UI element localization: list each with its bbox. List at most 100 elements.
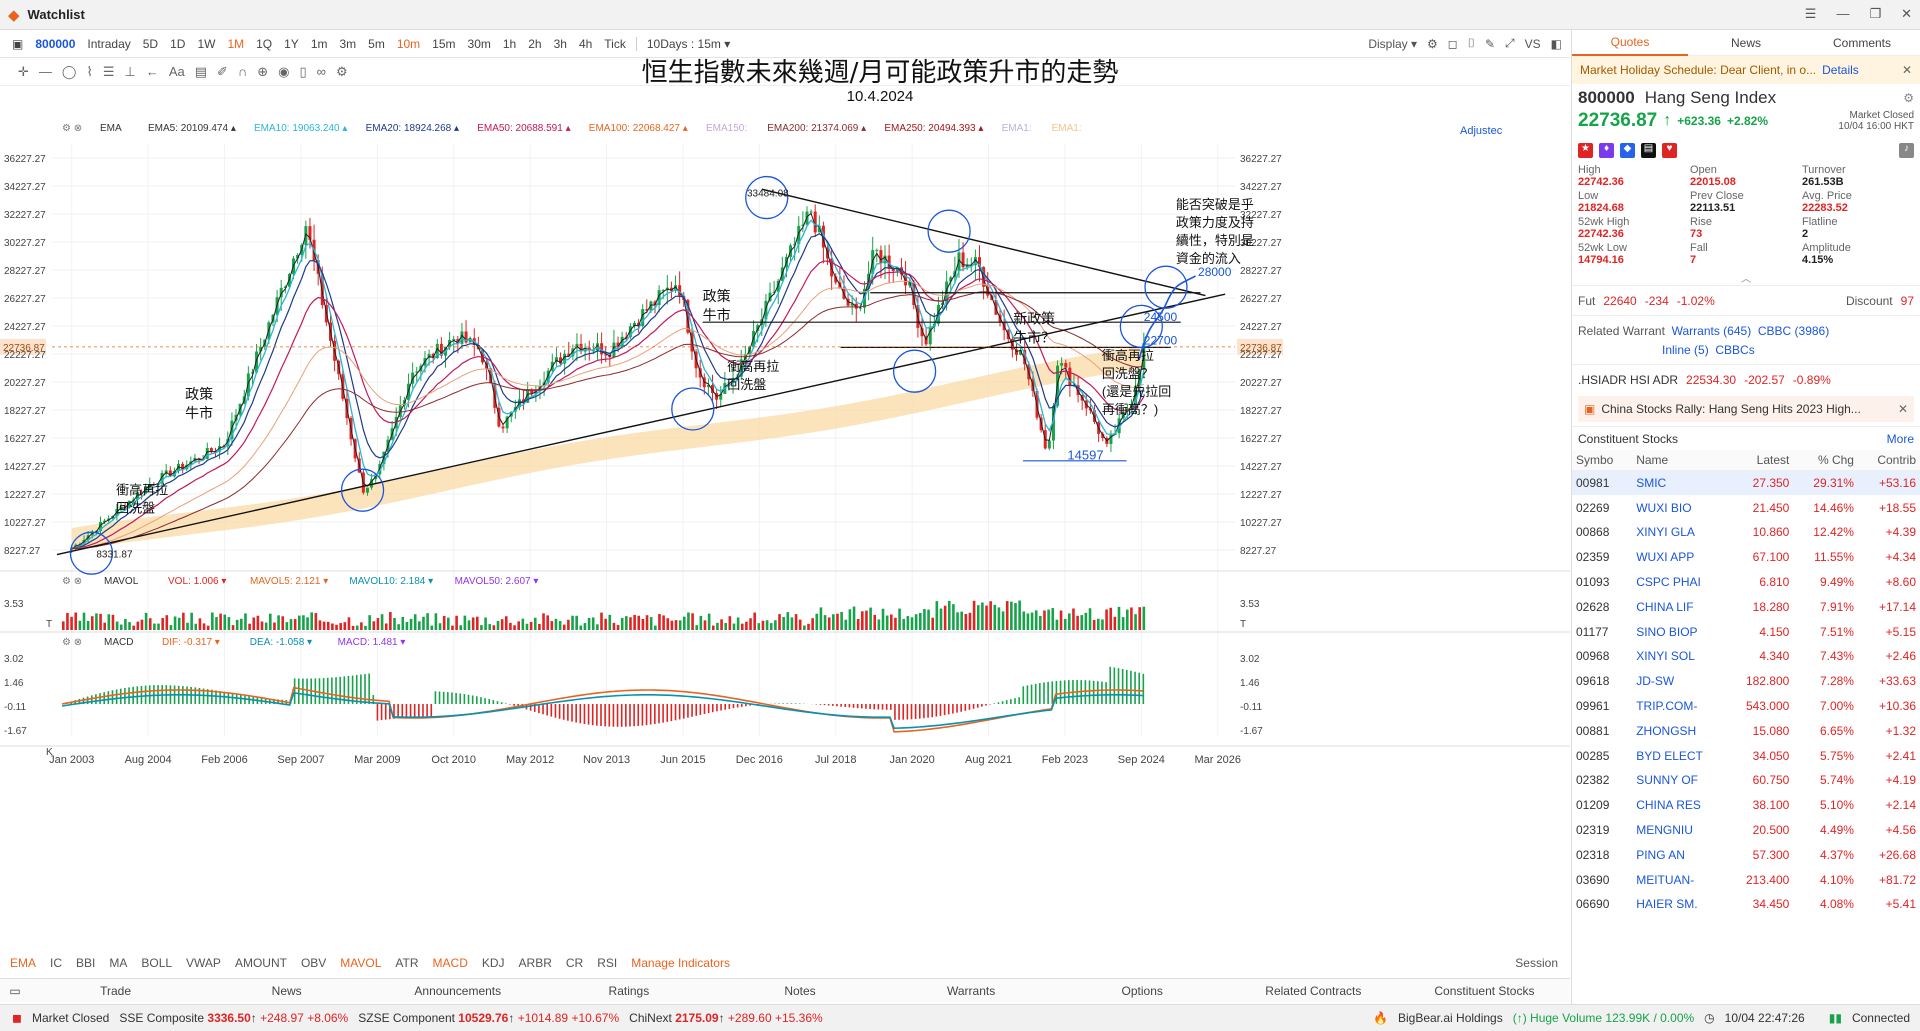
column-header[interactable]: Name: [1632, 450, 1726, 471]
restore-button[interactable]: ❐: [1869, 6, 1881, 22]
table-row[interactable]: 01209 CHINA RES 38.100 5.10% +2.14: [1572, 793, 1920, 818]
indicator-atr[interactable]: ATR: [395, 956, 418, 970]
indicator-arbr[interactable]: ARBR: [519, 956, 552, 970]
tab-ratings[interactable]: Ratings: [543, 984, 714, 998]
period-tick[interactable]: Tick: [598, 37, 632, 51]
tab-trade[interactable]: Trade: [30, 984, 201, 998]
close-button[interactable]: ✕: [1901, 6, 1912, 22]
period-5m[interactable]: 5m: [362, 37, 391, 51]
collapse-icon[interactable]: ︿: [1572, 270, 1920, 285]
measure-tool-icon[interactable]: ⊥: [124, 64, 135, 80]
table-row[interactable]: 00285 BYD ELECT 34.050 5.75% +2.41: [1572, 743, 1920, 768]
symbol-input[interactable]: 800000: [29, 37, 81, 51]
column-header[interactable]: Latest: [1725, 450, 1794, 471]
doc-icon[interactable]: ▤: [1641, 142, 1656, 158]
column-header[interactable]: % Chg: [1793, 450, 1858, 471]
tab-notes[interactable]: Notes: [714, 984, 885, 998]
eye-icon[interactable]: ◉: [278, 64, 289, 80]
link-icon[interactable]: ∞: [317, 64, 326, 79]
tag-icon[interactable]: ♦: [1599, 142, 1614, 158]
period-1m[interactable]: 1m: [305, 37, 334, 51]
indicator-cr[interactable]: CR: [566, 956, 583, 970]
table-row[interactable]: 00881 ZHONGSH 15.080 6.65% +1.32: [1572, 718, 1920, 743]
table-row[interactable]: 01093 CSPC PHAI 6.810 9.49% +8.60: [1572, 570, 1920, 595]
share-icon[interactable]: ◆: [1620, 142, 1635, 158]
tab-constituent-stocks[interactable]: Constituent Stocks: [1399, 984, 1570, 998]
tab-comments[interactable]: Comments: [1804, 36, 1920, 50]
table-row[interactable]: 02382 SUNNY OF 60.750 5.74% +4.19: [1572, 768, 1920, 793]
circle-tool-icon[interactable]: ◯: [62, 64, 77, 80]
tab-related-contracts[interactable]: Related Contracts: [1228, 984, 1399, 998]
ticker-name[interactable]: BigBear.ai Holdings: [1398, 1011, 1503, 1025]
manage-indicators-link[interactable]: Manage Indicators: [631, 956, 730, 970]
compare-button[interactable]: VS: [1525, 37, 1541, 51]
layout-icon[interactable]: ▣: [6, 37, 29, 51]
menu-icon[interactable]: ☰: [1805, 6, 1817, 22]
table-row[interactable]: 02319 MENGNIU 20.500 4.49% +4.56: [1572, 818, 1920, 843]
futures-row[interactable]: Fut 22640 -234 -1.02% Discount 97: [1572, 285, 1920, 315]
cbbcs-link[interactable]: CBBCs: [1715, 343, 1754, 357]
magnet-icon[interactable]: ∩: [238, 64, 247, 79]
bell-icon[interactable]: ♪: [1899, 142, 1914, 158]
panel-icon[interactable]: ▭: [0, 984, 30, 998]
table-row[interactable]: 09618 JD-SW 182.800 7.28% +33.63: [1572, 669, 1920, 694]
gear-icon[interactable]: ⚙: [336, 64, 348, 80]
period-5d[interactable]: 5D: [137, 37, 164, 51]
arrow-tool-icon[interactable]: ←: [146, 64, 159, 79]
tab-news[interactable]: News: [1688, 36, 1804, 50]
lock-icon[interactable]: ⊕: [257, 64, 268, 80]
table-row[interactable]: 03690 MEITUAN- 213.400 4.10% +81.72: [1572, 867, 1920, 892]
tab-warrants[interactable]: Warrants: [886, 984, 1057, 998]
brush-tool-icon[interactable]: ✐: [217, 64, 228, 80]
sidebar-toggle-icon[interactable]: ◧: [1551, 37, 1562, 51]
indicator-ma[interactable]: MA: [109, 956, 127, 970]
crosshair-icon[interactable]: ✛: [18, 64, 29, 80]
table-row[interactable]: 02318 PING AN 57.300 4.37% +26.68: [1572, 842, 1920, 867]
trash-icon[interactable]: ▯: [300, 64, 307, 80]
period-30m[interactable]: 30m: [462, 37, 497, 51]
text-tool-icon[interactable]: Aa: [169, 64, 185, 79]
alert-icon-badge[interactable]: ★: [1578, 142, 1593, 158]
indicator-obv[interactable]: OBV: [301, 956, 326, 970]
news-banner[interactable]: ▣ China Stocks Rally: Hang Seng Hits 202…: [1578, 396, 1914, 422]
table-row[interactable]: 06690 HAIER SM. 34.450 4.08% +5.41: [1572, 892, 1920, 917]
adr-row[interactable]: .HSIADR HSI ADR 22534.30 -202.57 -0.89%: [1572, 364, 1920, 394]
period-intraday[interactable]: Intraday: [81, 37, 136, 51]
tab-quotes[interactable]: Quotes: [1572, 30, 1688, 56]
close-news-icon[interactable]: ✕: [1898, 402, 1908, 416]
fib-tool-icon[interactable]: ☰: [103, 64, 115, 80]
indicator-ic[interactable]: IC: [50, 956, 62, 970]
period-2h[interactable]: 2h: [522, 37, 547, 51]
minimize-button[interactable]: —: [1836, 6, 1849, 22]
settings-icon[interactable]: ⚙: [1427, 37, 1438, 51]
period-15m[interactable]: 15m: [426, 37, 461, 51]
column-header[interactable]: Contrib: [1857, 450, 1920, 471]
tab-options[interactable]: Options: [1057, 984, 1228, 998]
inline-link[interactable]: Inline (5): [1662, 343, 1709, 357]
camera-icon[interactable]: ⌷: [1468, 36, 1475, 51]
line-tool-icon[interactable]: —: [39, 64, 52, 79]
indicator-mavol[interactable]: MAVOL: [340, 956, 381, 970]
period-1w[interactable]: 1W: [191, 37, 221, 51]
close-banner-icon[interactable]: ✕: [1902, 63, 1912, 77]
table-row[interactable]: 02359 WUXI APP 67.100 11.55% +4.34: [1572, 545, 1920, 570]
indicator-amount[interactable]: AMOUNT: [235, 956, 287, 970]
table-row[interactable]: 00981 SMIC 27.350 29.31% +53.16: [1572, 470, 1920, 496]
tab-announcements[interactable]: Announcements: [372, 984, 543, 998]
tab-news[interactable]: News: [201, 984, 372, 998]
indicator-rsi[interactable]: RSI: [597, 956, 617, 970]
indicator-boll[interactable]: BOLL: [141, 956, 172, 970]
period-1q[interactable]: 1Q: [250, 37, 278, 51]
period-3m[interactable]: 3m: [333, 37, 362, 51]
cbbc-link[interactable]: CBBC (3986): [1758, 324, 1829, 338]
layout-toggle-icon[interactable]: ◻: [1448, 37, 1458, 51]
indicator-vwap[interactable]: VWAP: [186, 956, 221, 970]
range-select[interactable]: 10Days : 15m ▾: [641, 37, 736, 51]
szse-index[interactable]: SZSE Component 10529.76↑ +1014.89 +10.67…: [358, 1011, 619, 1025]
indicator-bbi[interactable]: BBI: [76, 956, 95, 970]
table-row[interactable]: 09961 TRIP.COM- 543.000 7.00% +10.36: [1572, 694, 1920, 719]
period-3h[interactable]: 3h: [548, 37, 573, 51]
period-1y[interactable]: 1Y: [278, 37, 305, 51]
period-10m[interactable]: 10m: [391, 37, 426, 51]
session-button[interactable]: Session: [1515, 956, 1558, 970]
